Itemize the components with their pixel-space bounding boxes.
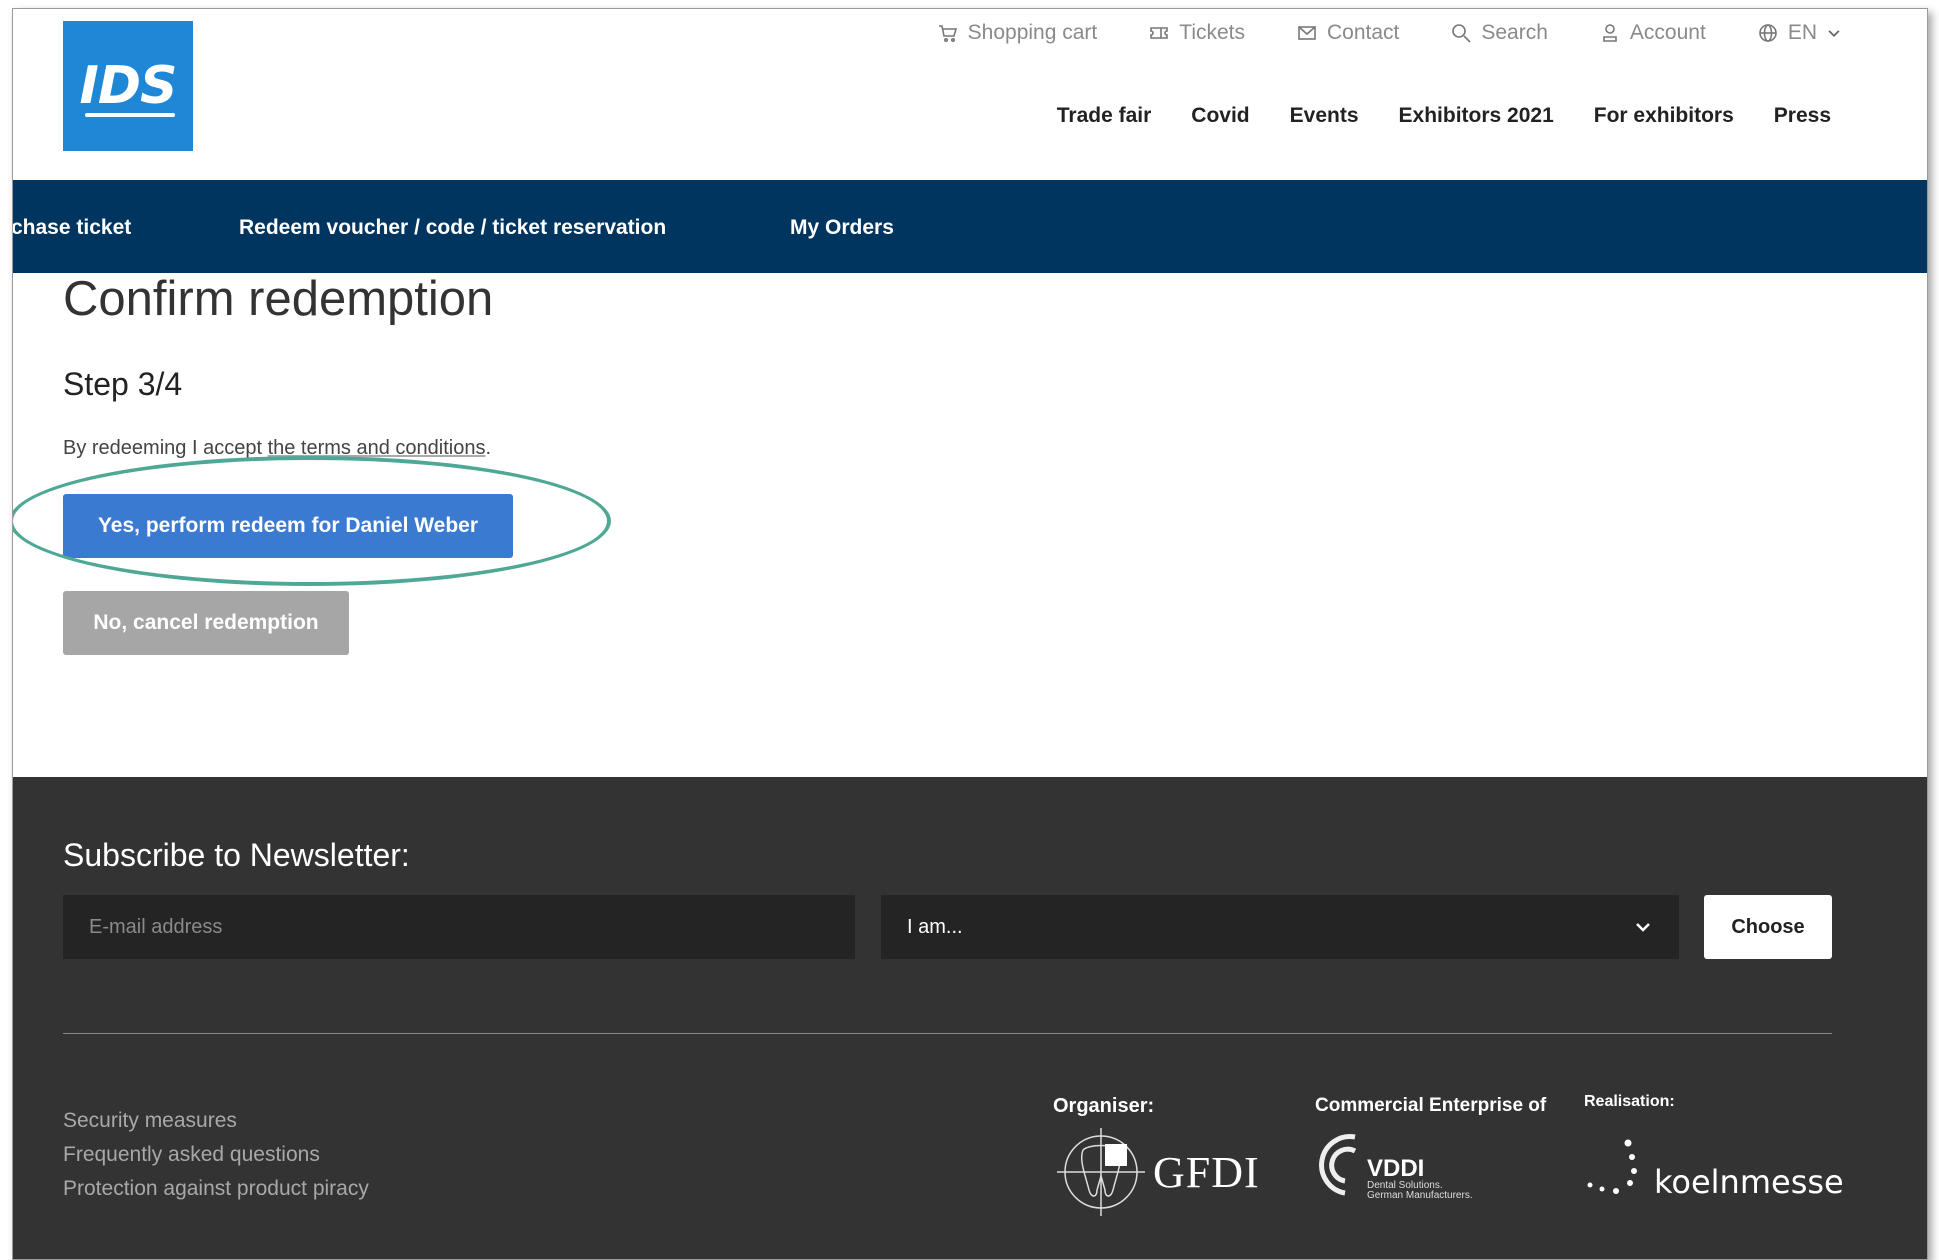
chevron-down-icon [1636, 923, 1650, 932]
subnav-redeem-voucher[interactable]: Redeem voucher / code / ticket reservati… [239, 216, 666, 240]
mail-icon [1298, 26, 1316, 40]
footer-link-piracy[interactable]: Protection against product piracy [63, 1177, 369, 1201]
confirm-redeem-button[interactable]: Yes, perform redeem for Daniel Weber [63, 494, 513, 558]
gfdi-logo-text: GFDI [1153, 1147, 1260, 1197]
tickets-link[interactable]: Tickets [1149, 21, 1245, 45]
ticket-subnav: chase ticket Redeem voucher / code / tic… [13, 180, 1927, 273]
logo-text: IDS [79, 56, 178, 116]
commercial-label: Commercial Enterprise of [1315, 1095, 1547, 1116]
search-label: Search [1481, 21, 1548, 44]
terms-suffix: . [485, 437, 492, 459]
newsletter-title: Subscribe to Newsletter: [63, 837, 410, 873]
newsletter-email-input[interactable] [63, 895, 855, 959]
step-indicator: Step 3/4 [63, 366, 183, 402]
vddi-tagline-2: German Manufacturers. [1367, 1190, 1473, 1201]
vddi-text-block: VDDI Dental Solutions. German Manufactur… [1367, 1157, 1473, 1201]
language-label: EN [1787, 21, 1817, 44]
choose-button[interactable]: Choose [1704, 895, 1832, 959]
nav-events[interactable]: Events [1290, 104, 1359, 128]
logo-swoosh [85, 113, 175, 117]
cancel-redemption-button[interactable]: No, cancel redemption [63, 591, 349, 655]
koelnmesse-logo-text: koelnmesse [1654, 1163, 1844, 1201]
footer-link-faq[interactable]: Frequently asked questions [63, 1143, 369, 1167]
footer-link-security[interactable]: Security measures [63, 1109, 369, 1133]
realisation-block: Realisation: koelnmesse [1584, 1093, 1844, 1201]
footer-divider [63, 1033, 1832, 1034]
nav-exhibitors-2021[interactable]: Exhibitors 2021 [1399, 104, 1554, 128]
dots-icon [1587, 1139, 1637, 1194]
subnav-purchase-ticket[interactable]: chase ticket [13, 216, 131, 240]
chevron-down-icon [1828, 30, 1840, 38]
footer-links: Security measures Frequently asked quest… [63, 1109, 369, 1201]
main-nav: Trade fair Covid Events Exhibitors 2021 … [1057, 104, 1831, 128]
terms-link[interactable]: the terms and conditions [268, 437, 486, 459]
nav-trade-fair[interactable]: Trade fair [1057, 104, 1152, 128]
search-icon [1452, 24, 1471, 43]
koelnmesse-logo[interactable]: koelnmesse [1584, 1139, 1844, 1201]
vddi-logo-text: VDDI [1367, 1155, 1425, 1182]
subnav-my-orders[interactable]: My Orders [790, 216, 894, 240]
organiser-label: Organiser: [1053, 1095, 1155, 1117]
terms-text: By redeeming I accept the terms and cond… [63, 437, 491, 460]
search-link[interactable]: Search [1451, 21, 1548, 45]
shopping-cart-label: Shopping cart [967, 21, 1098, 44]
shopping-cart-link[interactable]: Shopping cart [938, 21, 1098, 45]
cart-icon [938, 25, 957, 43]
nav-for-exhibitors[interactable]: For exhibitors [1594, 104, 1734, 128]
utility-nav: Shopping cart Tickets Contact Search Acc… [938, 21, 1841, 45]
footer: Subscribe to Newsletter: I am... Choose … [13, 777, 1927, 1259]
terms-prefix: By redeeming I accept [63, 437, 268, 459]
vddi-arc-icon [1319, 1134, 1357, 1196]
role-select[interactable]: I am... [881, 895, 1679, 959]
tickets-label: Tickets [1179, 21, 1245, 44]
gfdi-logo[interactable]: GFDI [1053, 1124, 1260, 1220]
contact-link[interactable]: Contact [1297, 21, 1399, 45]
nav-covid[interactable]: Covid [1191, 104, 1249, 128]
realisation-label: Realisation: [1584, 1093, 1675, 1110]
role-select-value: I am... [907, 915, 963, 938]
page-frame: IDS Shopping cart Tickets Contact Search… [12, 8, 1928, 1260]
page-title: Confirm redemption [63, 272, 494, 326]
contact-label: Contact [1327, 21, 1400, 44]
commercial-enterprise-block: Commercial Enterprise of VDDI Dental Sol… [1315, 1095, 1546, 1201]
account-label: Account [1629, 21, 1706, 44]
ids-logo[interactable]: IDS [63, 21, 193, 151]
globe-icon [1759, 24, 1777, 42]
user-icon [1603, 24, 1617, 42]
language-selector[interactable]: EN [1758, 21, 1841, 45]
organiser-block: Organiser: GFDI [1053, 1095, 1260, 1220]
nav-press[interactable]: Press [1774, 104, 1831, 128]
vddi-logo[interactable]: VDDI Dental Solutions. German Manufactur… [1315, 1125, 1546, 1201]
tooth-icon [1057, 1128, 1145, 1216]
account-link[interactable]: Account [1600, 21, 1706, 45]
ticket-icon [1150, 27, 1169, 39]
